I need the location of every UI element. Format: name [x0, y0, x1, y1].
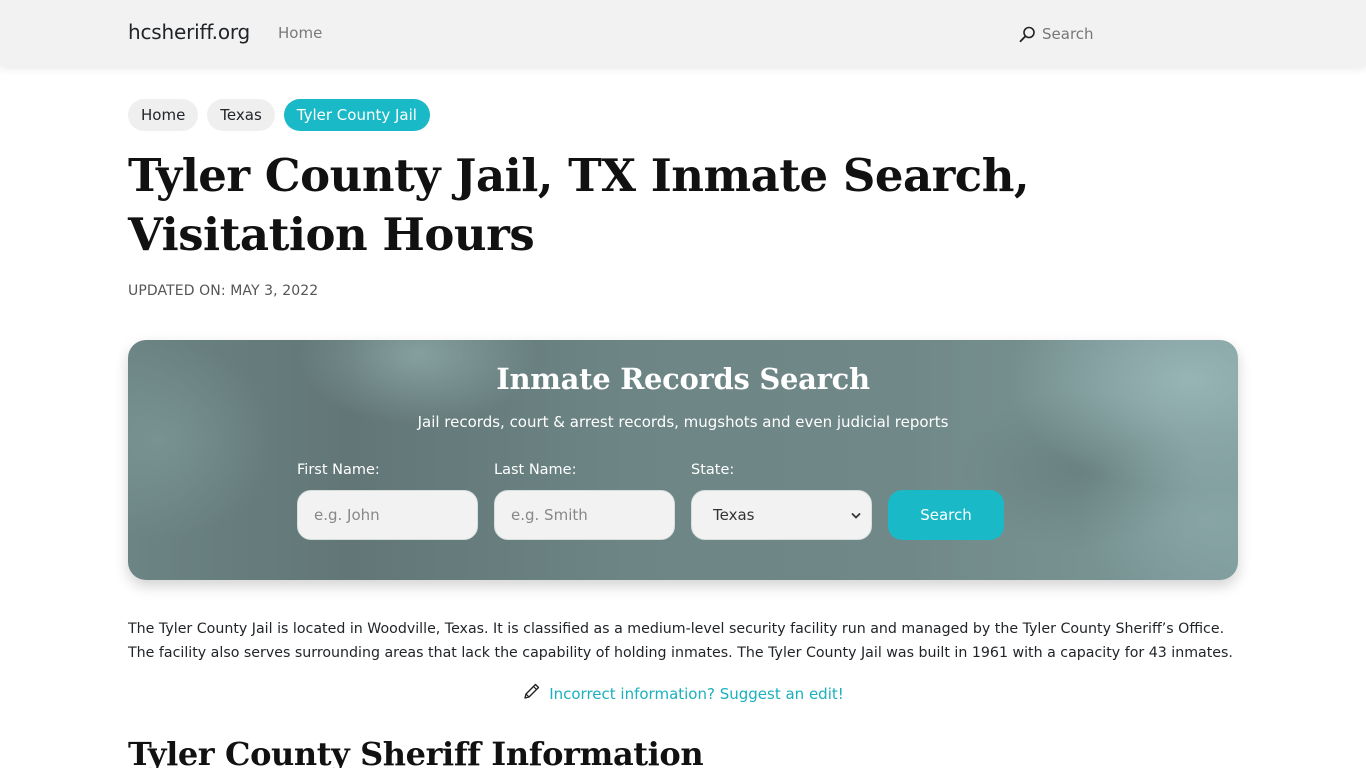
state-selected-value: Texas	[713, 506, 755, 524]
first-name-field-group: First Name:	[297, 462, 478, 540]
intro-paragraph: The Tyler County Jail is located in Wood…	[128, 621, 1233, 661]
suggest-edit: Incorrect information? Suggest an edit!	[0, 682, 1366, 705]
site-logo-link[interactable]: hcsheriff.org	[128, 20, 250, 44]
pencil-icon	[522, 682, 541, 705]
breadcrumb-home[interactable]: Home	[128, 99, 199, 131]
search-icon	[1019, 26, 1036, 43]
first-name-label: First Name:	[297, 462, 380, 478]
state-select[interactable]: Texas	[691, 490, 872, 540]
first-name-input[interactable]	[297, 490, 478, 540]
suggest-edit-link[interactable]: Incorrect information? Suggest an edit!	[549, 685, 844, 703]
state-field-group: State: Texas	[691, 462, 872, 540]
breadcrumb-tyler-county-jail[interactable]: Tyler County Jail	[283, 99, 430, 131]
last-name-label: Last Name:	[494, 462, 577, 478]
updated-date: UPDATED ON: MAY 3, 2022	[128, 283, 319, 299]
navbar: hcsheriff.org Home Search	[0, 0, 1366, 66]
page-title: Tyler County Jail, TX Inmate Search, Vis…	[128, 149, 1030, 261]
nav-search-label: Search	[1042, 25, 1094, 43]
last-name-input[interactable]	[494, 490, 675, 540]
breadcrumb: Home Texas Tyler County Jail	[128, 99, 430, 131]
search-card-title: Inmate Records Search	[496, 362, 870, 396]
search-button[interactable]: Search	[888, 490, 1004, 540]
breadcrumb-texas[interactable]: Texas	[207, 99, 275, 131]
last-name-field-group: Last Name:	[494, 462, 675, 540]
inmate-search-card: Inmate Records Search Jail records, cour…	[128, 340, 1238, 580]
nav-search-button[interactable]: Search	[1019, 23, 1094, 45]
chevron-down-icon	[851, 509, 861, 522]
search-card-subtitle: Jail records, court & arrest records, mu…	[417, 413, 949, 431]
nav-link-home[interactable]: Home	[278, 24, 322, 42]
section-heading-sheriff-info: Tyler County Sheriff Information	[128, 735, 704, 768]
state-label: State:	[691, 462, 735, 478]
